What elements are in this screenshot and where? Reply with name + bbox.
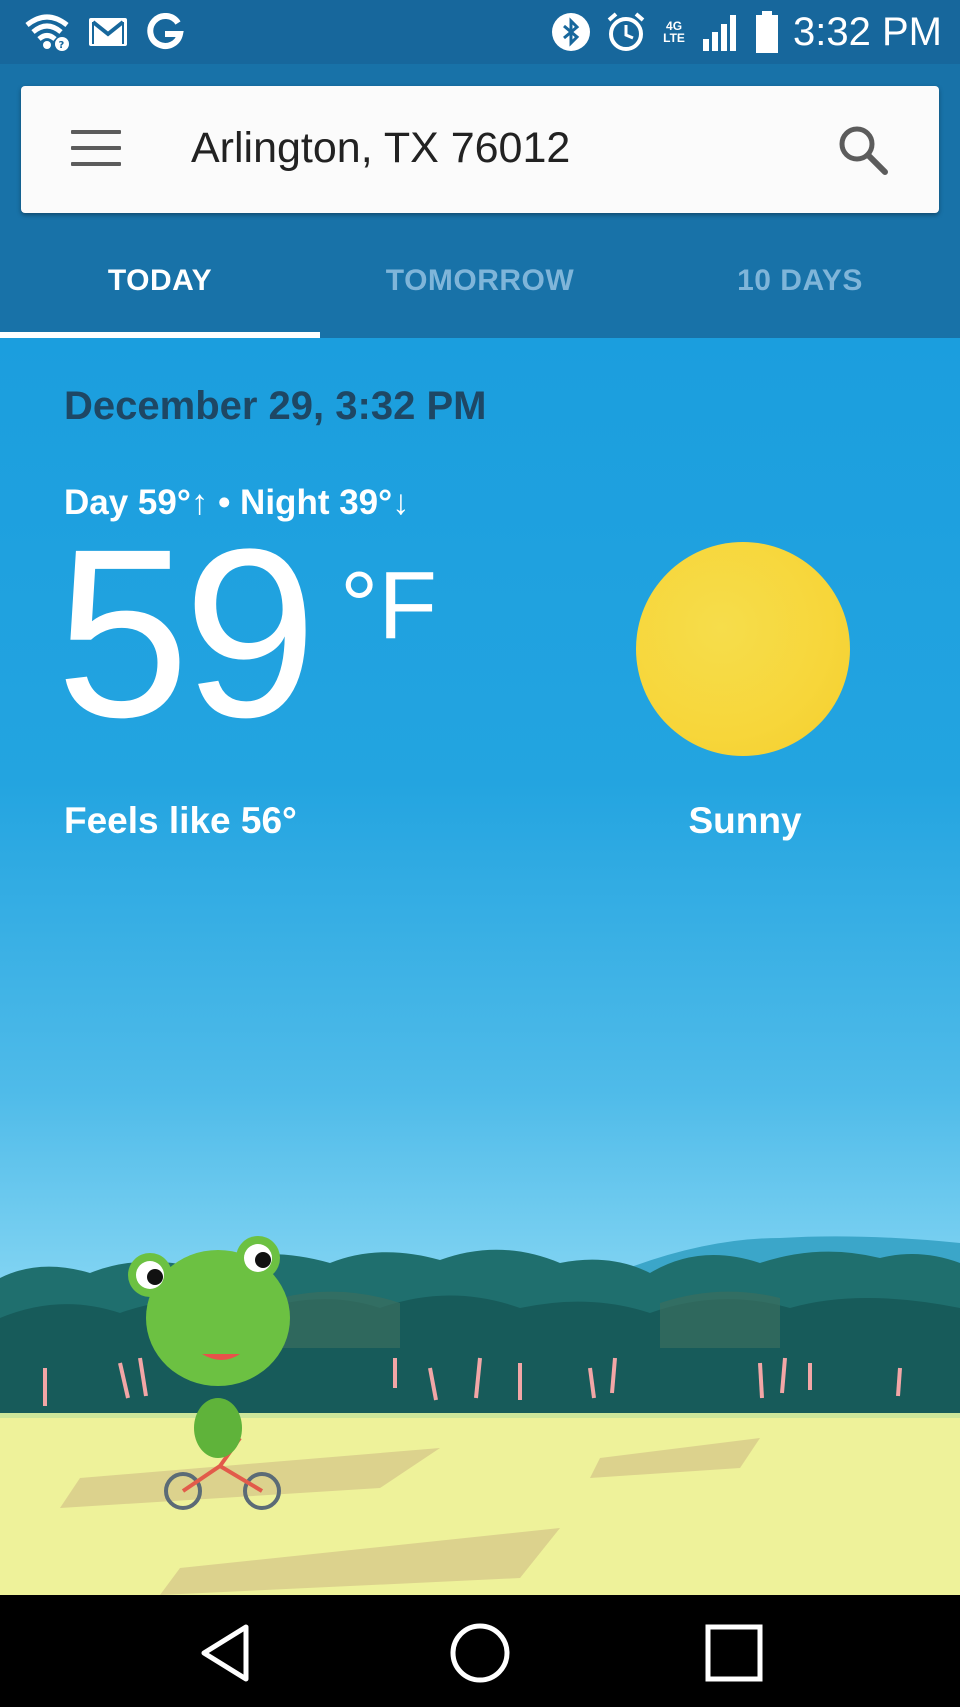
recents-icon[interactable] <box>702 1621 766 1685</box>
alarm-icon <box>607 12 645 51</box>
location-label[interactable]: Arlington, TX 76012 <box>191 124 570 173</box>
current-temperature: 59 <box>56 499 317 767</box>
google-icon <box>147 13 184 49</box>
wifi-icon: ? <box>25 14 69 51</box>
back-icon[interactable] <box>196 1621 260 1685</box>
weather-panel: December 29, 3:32 PM Day 59°↑ • Night 39… <box>0 338 960 1595</box>
battery-icon <box>756 11 779 53</box>
app-header: Arlington, TX 76012 TODAY TOMORROW 10 DA… <box>0 64 960 338</box>
gmail-icon <box>89 18 127 46</box>
sun-icon <box>636 542 850 756</box>
search-bar[interactable]: Arlington, TX 76012 <box>21 86 939 213</box>
status-bar: ? 4G LTE 3:32 PM <box>0 0 960 64</box>
navigation-bar <box>0 1595 960 1707</box>
tab-bar: TODAY TOMORROW 10 DAYS <box>0 240 960 338</box>
temperature-unit: °F <box>340 552 438 659</box>
network-label: 4G LTE <box>663 19 685 45</box>
tab-today[interactable]: TODAY <box>0 240 320 338</box>
bluetooth-icon <box>552 13 591 51</box>
tab-tomorrow[interactable]: TOMORROW <box>320 240 640 338</box>
menu-icon[interactable] <box>71 130 121 170</box>
tab-10-days[interactable]: 10 DAYS <box>640 240 960 338</box>
svg-text:?: ? <box>59 40 65 51</box>
condition-label: Sunny <box>688 800 802 841</box>
signal-icon <box>703 15 737 51</box>
status-time: 3:32 PM <box>793 9 942 54</box>
feels-like: Feels like 56° <box>64 800 297 841</box>
date-time: December 29, 3:32 PM <box>64 384 487 428</box>
home-icon[interactable] <box>448 1621 512 1685</box>
search-icon[interactable] <box>835 122 891 178</box>
